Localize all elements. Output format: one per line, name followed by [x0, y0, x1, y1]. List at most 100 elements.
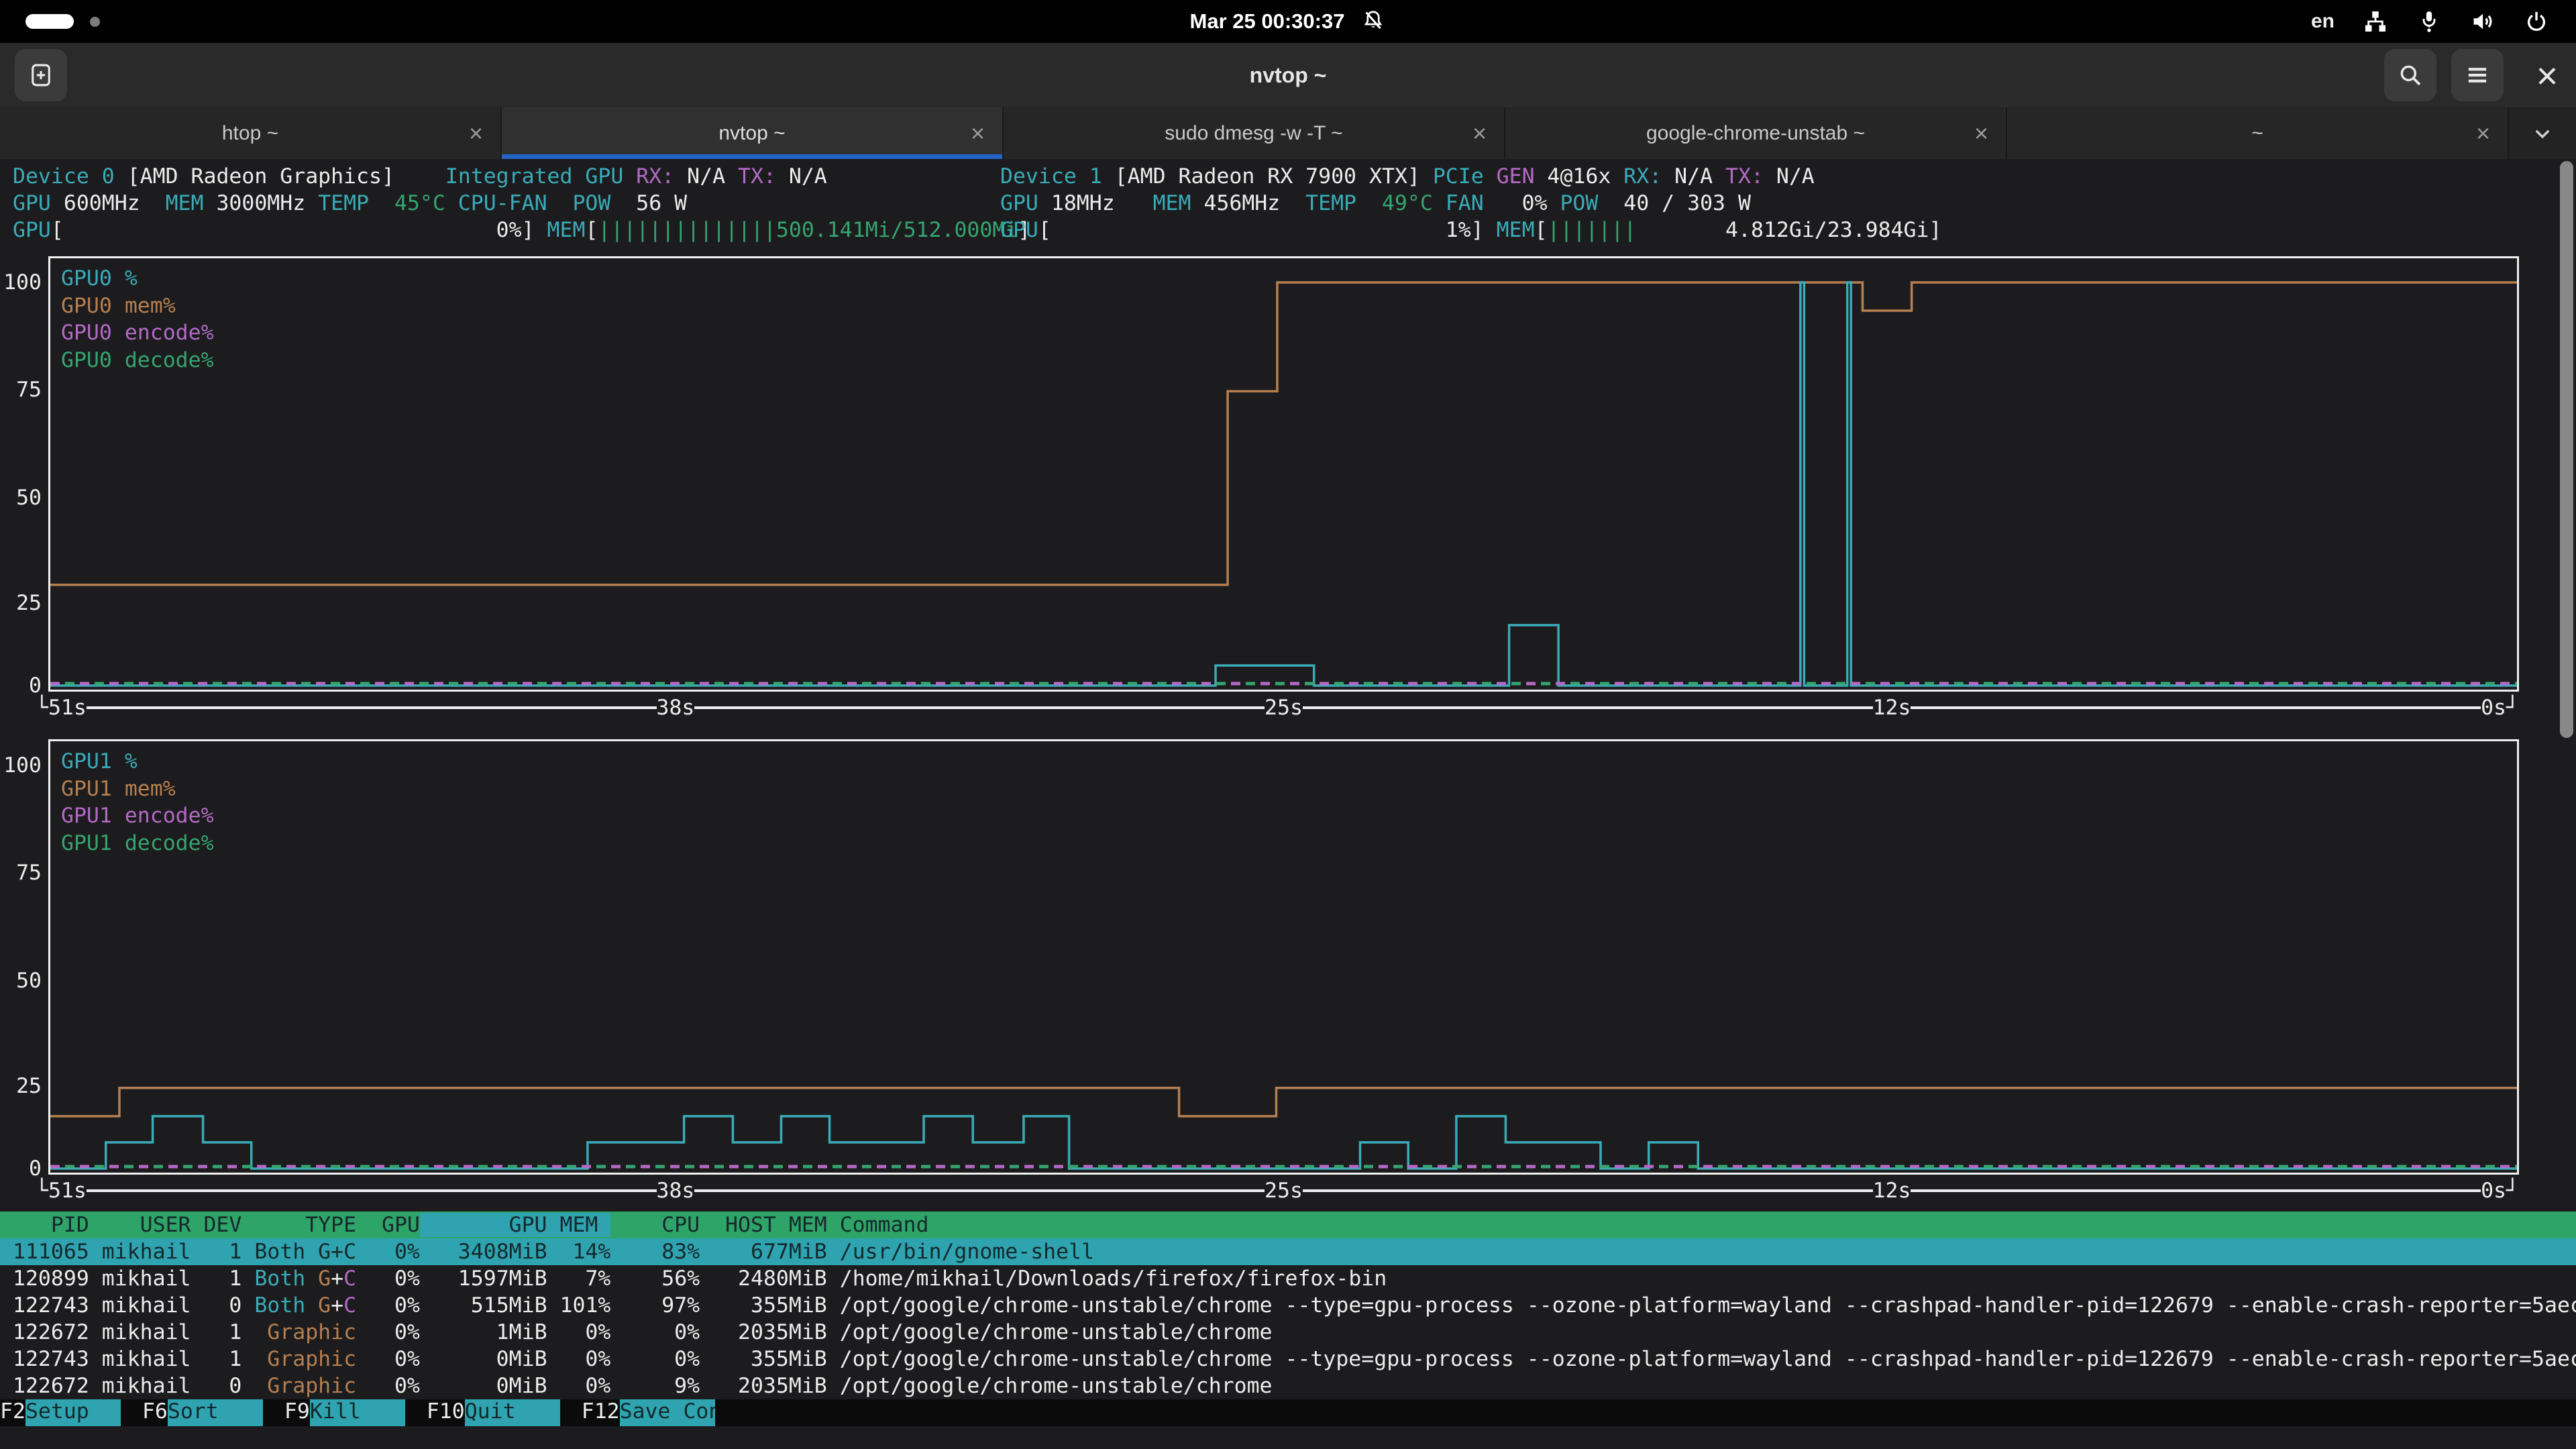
- fkey-action-label: Quit: [465, 1399, 560, 1426]
- fkey-label: F2: [0, 1399, 25, 1426]
- header-segment: CPU HOST MEM Command: [610, 1213, 928, 1237]
- axis-line: [1303, 706, 1873, 709]
- legend-gpu0-encode-: GPU0 encode%: [61, 319, 214, 347]
- workspace-indicator[interactable]: [0, 14, 100, 29]
- y-tick-label: 75: [1, 859, 42, 886]
- device0-info-line: Device 0 [AMD Radeon Graphics] Integrate…: [13, 163, 1000, 190]
- gpu1-x-axis: └51s38s25s12s0s┘: [36, 1175, 2519, 1207]
- workspace-pill-active[interactable]: [25, 14, 74, 29]
- fkey-label: F6: [142, 1399, 168, 1426]
- device1-info-line: GPU[ 1%] MEM[||||||| 4.812Gi/23.984Gi]: [1000, 217, 2576, 244]
- gpu1-legend: GPU1 %GPU1 mem%GPU1 encode%GPU1 decode%: [61, 748, 214, 857]
- microphone-icon: [2416, 9, 2442, 34]
- gpu1-plot: [50, 765, 2517, 1169]
- power-icon: [2524, 9, 2549, 34]
- process-table-header[interactable]: PID USER DEV TYPE GPU GPU MEM CPU HOST M…: [0, 1212, 2576, 1238]
- x-tick-label: 0s: [2481, 694, 2506, 721]
- y-tick-label: 50: [1, 484, 42, 511]
- process-row[interactable]: 122672 mikhail 0 Graphic 0% 0MiB 0% 9% 2…: [0, 1373, 2576, 1399]
- gpu0-graph: GPU0 %GPU0 mem%GPU0 encode%GPU0 decode%: [48, 256, 2519, 692]
- gpu1-y-axis: 1007550250: [0, 739, 48, 1175]
- device-info: Device 0 [AMD Radeon Graphics] Integrate…: [0, 159, 2576, 244]
- tab-overview-button[interactable]: [2509, 107, 2576, 159]
- hamburger-menu-icon: [2463, 61, 2491, 89]
- clock-menu[interactable]: Mar 25 00:30:37: [0, 9, 2576, 34]
- fkey-quit[interactable]: F10Quit: [427, 1399, 560, 1426]
- process-row[interactable]: 122743 mikhail 0 Both G+C 0% 515MiB 101%…: [0, 1292, 2576, 1319]
- fbar-filler: [715, 1399, 2576, 1426]
- gpu1-graph: GPU1 %GPU1 mem%GPU1 encode%GPU1 decode%: [48, 739, 2519, 1175]
- fkey-setup[interactable]: F2Setup: [0, 1399, 121, 1426]
- legend-gpu0-decode-: GPU0 decode%: [61, 347, 214, 374]
- process-row[interactable]: 122743 mikhail 1 Graphic 0% 0MiB 0% 0% 3…: [0, 1346, 2576, 1373]
- tab-nvtop[interactable]: nvtop ~×: [502, 107, 1004, 159]
- fkey-action-label: Save Config: [620, 1399, 715, 1426]
- tab-[interactable]: ~×: [2007, 107, 2509, 159]
- x-tick-label: 0s: [2481, 1177, 2506, 1204]
- tab-close-icon[interactable]: ×: [971, 119, 985, 148]
- chevron-down-icon: [2529, 120, 2556, 147]
- system-status-area[interactable]: en: [2311, 9, 2576, 34]
- window-close-button[interactable]: ×: [2518, 49, 2576, 101]
- axis-line: [87, 706, 657, 709]
- y-tick-label: 0: [1, 1155, 42, 1182]
- y-tick-label: 25: [1, 1073, 42, 1099]
- fkey-action-label: Sort: [168, 1399, 263, 1426]
- axis-corner: ┘: [2506, 1177, 2519, 1204]
- new-tab-button[interactable]: [15, 49, 67, 101]
- tab-close-icon[interactable]: ×: [1472, 119, 1487, 148]
- fkey-kill[interactable]: F9Kill: [284, 1399, 405, 1426]
- tab-title: sudo dmesg -w -T ~: [1165, 122, 1342, 145]
- search-icon: [2396, 61, 2424, 89]
- tab-close-icon[interactable]: ×: [1974, 119, 1988, 148]
- new-tab-icon: [27, 61, 55, 89]
- fkey-label: F9: [284, 1399, 310, 1426]
- window-title: nvtop ~: [0, 63, 2576, 88]
- process-row[interactable]: 120899 mikhail 1 Both G+C 0% 1597MiB 7% …: [0, 1265, 2576, 1292]
- tab-htop[interactable]: htop ~ ×: [0, 107, 502, 159]
- tab-list: htop ~×nvtop ~×sudo dmesg -w -T ~×google…: [0, 107, 2509, 159]
- y-tick-label: 50: [1, 967, 42, 994]
- axis-line: [1911, 1189, 2481, 1192]
- tab-google-chrome-unstab[interactable]: google-chrome-unstab ~×: [1505, 107, 2007, 159]
- process-table: PID USER DEV TYPE GPU GPU MEM CPU HOST M…: [0, 1212, 2576, 1399]
- device0-info-line: GPU[ 0%] MEM[||||||||||||||500.141Mi/512…: [13, 217, 1000, 244]
- legend-gpu1-mem-: GPU1 mem%: [61, 775, 214, 803]
- workspace-dot[interactable]: [90, 17, 100, 27]
- tab-close-icon[interactable]: ×: [2476, 119, 2490, 148]
- function-key-bar: F2Setup F6Sort F9Kill F10Quit F12Save Config: [0, 1399, 2576, 1426]
- process-row[interactable]: 122672 mikhail 1 Graphic 0% 1MiB 0% 0% 2…: [0, 1319, 2576, 1346]
- gpu0-legend: GPU0 %GPU0 mem%GPU0 encode%GPU0 decode%: [61, 265, 214, 374]
- scrollbar-thumb[interactable]: [2560, 161, 2573, 738]
- clock-text: Mar 25 00:30:37: [1190, 9, 1345, 34]
- x-tick-label: 38s: [657, 694, 695, 721]
- y-tick-label: 0: [1, 672, 42, 699]
- x-tick-label: 12s: [1873, 1177, 1911, 1204]
- tab-title: ~: [2251, 122, 2263, 145]
- search-button[interactable]: [2384, 49, 2436, 101]
- terminal-content: Device 0 [AMD Radeon Graphics] Integrate…: [0, 159, 2576, 1449]
- gpu0-plot: [50, 282, 2517, 686]
- screen: Mar 25 00:30:37 en: [0, 0, 2576, 1449]
- x-tick-label: 25s: [1265, 1177, 1303, 1204]
- tab-close-icon[interactable]: ×: [469, 119, 483, 148]
- fkey-label: F12: [582, 1399, 620, 1426]
- fkey-sort[interactable]: F6Sort: [142, 1399, 263, 1426]
- network-wired-icon: [2363, 9, 2388, 34]
- tab-title: htop ~: [222, 122, 278, 145]
- process-row[interactable]: 111065 mikhail 1 Both G+C 0% 3408MiB 14%…: [0, 1238, 2576, 1265]
- gpu0-y-axis: 1007550250: [0, 256, 48, 692]
- axis-line: [694, 1189, 1265, 1192]
- fkey-label: F10: [427, 1399, 465, 1426]
- tab-sudo-dmesg-w-t[interactable]: sudo dmesg -w -T ~ ×: [1004, 107, 1505, 159]
- legend-gpu0-mem-: GPU0 mem%: [61, 292, 214, 320]
- keyboard-layout-indicator: en: [2311, 10, 2334, 33]
- tab-bar: htop ~×nvtop ~×sudo dmesg -w -T ~×google…: [0, 107, 2576, 159]
- menu-button[interactable]: [2451, 49, 2504, 101]
- x-tick-label: 38s: [657, 1177, 695, 1204]
- device1-info-line: GPU 18MHz MEM 456MHz TEMP 49°C FAN 0% PO…: [1000, 190, 2576, 217]
- top-bar: Mar 25 00:30:37 en: [0, 0, 2576, 43]
- fkey-save-config[interactable]: F12Save Config: [582, 1399, 715, 1426]
- gpu0-chart-section: 1007550250 GPU0 %GPU0 mem%GPU0 encode%GP…: [0, 256, 2519, 724]
- axis-line: [1303, 1189, 1873, 1192]
